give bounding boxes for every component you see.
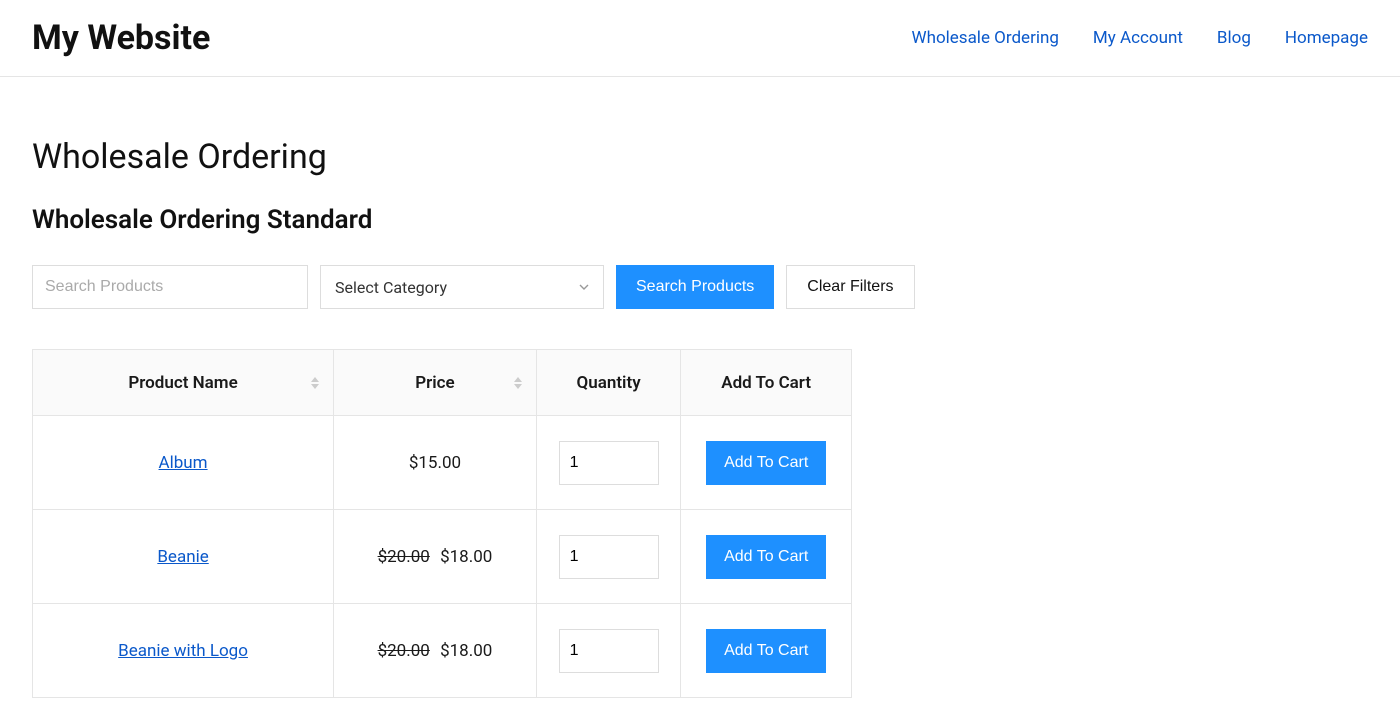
table-row: Beanie $20.00 $18.00 Add To Cart [33,510,852,604]
column-header-product-name[interactable]: Product Name [33,350,334,416]
sort-icon [311,377,319,389]
chevron-down-icon [579,282,589,292]
clear-filters-button[interactable]: Clear Filters [786,265,914,309]
products-table: Product Name Price Quantity [32,349,852,698]
price-cell: $15.00 [334,416,537,510]
price-cell: $20.00 $18.00 [334,510,537,604]
add-to-cart-button[interactable]: Add To Cart [706,535,826,579]
price-current: $18.00 [440,641,492,661]
price-original: $20.00 [378,547,430,567]
nav-link-my-account[interactable]: My Account [1093,28,1183,48]
add-to-cart-button[interactable]: Add To Cart [706,441,826,485]
price-cell: $20.00 $18.00 [334,604,537,698]
column-label: Quantity [577,373,641,393]
primary-nav: Wholesale Ordering My Account Blog Homep… [912,28,1369,48]
product-link[interactable]: Album [159,453,208,473]
site-header: My Website Wholesale Ordering My Account… [0,0,1400,77]
search-products-button[interactable]: Search Products [616,265,774,309]
product-link[interactable]: Beanie with Logo [118,641,248,661]
column-header-quantity: Quantity [536,350,681,416]
site-title: My Website [32,18,210,58]
sort-icon [514,377,522,389]
category-select-label: Select Category [335,278,579,297]
table-row: Beanie with Logo $20.00 $18.00 Add To Ca… [33,604,852,698]
nav-link-blog[interactable]: Blog [1217,28,1251,48]
filter-bar: Select Category Search Products Clear Fi… [32,265,1368,309]
page-title: Wholesale Ordering [32,137,1368,177]
category-select[interactable]: Select Category [320,265,604,309]
product-link[interactable]: Beanie [157,547,208,567]
nav-link-homepage[interactable]: Homepage [1285,28,1368,48]
table-header-row: Product Name Price Quantity [33,350,852,416]
quantity-input[interactable] [559,629,659,673]
main-content: Wholesale Ordering Wholesale Ordering St… [0,77,1400,718]
quantity-input[interactable] [559,535,659,579]
column-header-price[interactable]: Price [334,350,537,416]
price-original: $20.00 [378,641,430,661]
column-label: Product Name [128,373,237,393]
search-input[interactable] [32,265,308,309]
nav-link-wholesale-ordering[interactable]: Wholesale Ordering [912,28,1059,48]
table-row: Album $15.00 Add To Cart [33,416,852,510]
column-header-add-to-cart: Add To Cart [681,350,852,416]
quantity-input[interactable] [559,441,659,485]
column-label: Add To Cart [721,373,811,393]
add-to-cart-button[interactable]: Add To Cart [706,629,826,673]
column-label: Price [415,373,454,393]
price-current: $15.00 [409,453,461,473]
section-title: Wholesale Ordering Standard [32,205,1368,235]
price-current: $18.00 [440,547,492,567]
